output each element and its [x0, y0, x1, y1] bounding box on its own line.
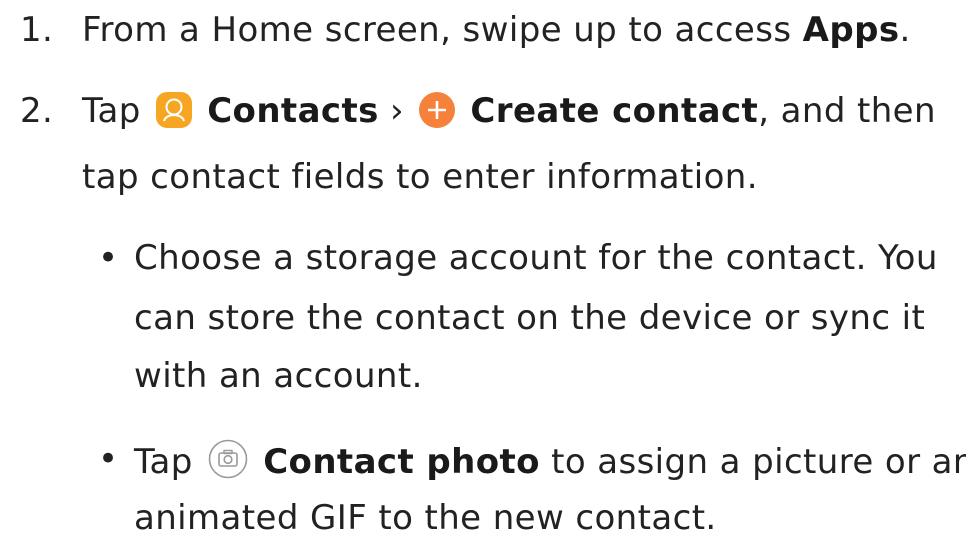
- step-2-text-after: , and then: [758, 91, 936, 131]
- breadcrumb-separator: ›: [389, 91, 404, 131]
- contacts-app-icon: [155, 92, 192, 137]
- step-2-number: 2.: [20, 91, 54, 131]
- bullet-2-tap: Tap: [134, 442, 193, 482]
- camera-icon: [208, 439, 248, 488]
- step-2-line-1: Tap Contacts › Create contact, and then: [82, 91, 936, 137]
- bullet-1-line-2: can store the contact on the device or s…: [134, 298, 926, 338]
- bullet-2-line-2: animated GIF to the new contact.: [134, 498, 717, 538]
- step-1-number: 1.: [20, 10, 54, 50]
- apps-label: Apps: [802, 10, 900, 50]
- bullet-1-line-3: with an account.: [134, 356, 423, 396]
- bullet-2-text-after: to assign a picture or an: [539, 442, 966, 482]
- plus-circle-icon: [419, 92, 456, 137]
- step-1-period: .: [899, 10, 911, 50]
- bullet-2-marker: •: [98, 439, 119, 479]
- contact-photo-label: Contact photo: [263, 442, 540, 482]
- bullet-1-line-1: Choose a storage account for the contact…: [134, 238, 938, 278]
- bullet-1-marker: •: [98, 238, 119, 278]
- create-contact-label: Create contact: [470, 91, 759, 131]
- bullet-2-line-1: Tap Contact photo to assign a picture or…: [134, 439, 966, 488]
- contacts-label: Contacts: [207, 91, 379, 131]
- step-2-tap: Tap: [82, 91, 141, 131]
- step-1-text-before: From a Home screen, swipe up to access: [82, 10, 803, 50]
- step-2-line-2: tap contact fields to enter information.: [82, 157, 758, 197]
- step-1-text: From a Home screen, swipe up to access A…: [82, 10, 911, 50]
